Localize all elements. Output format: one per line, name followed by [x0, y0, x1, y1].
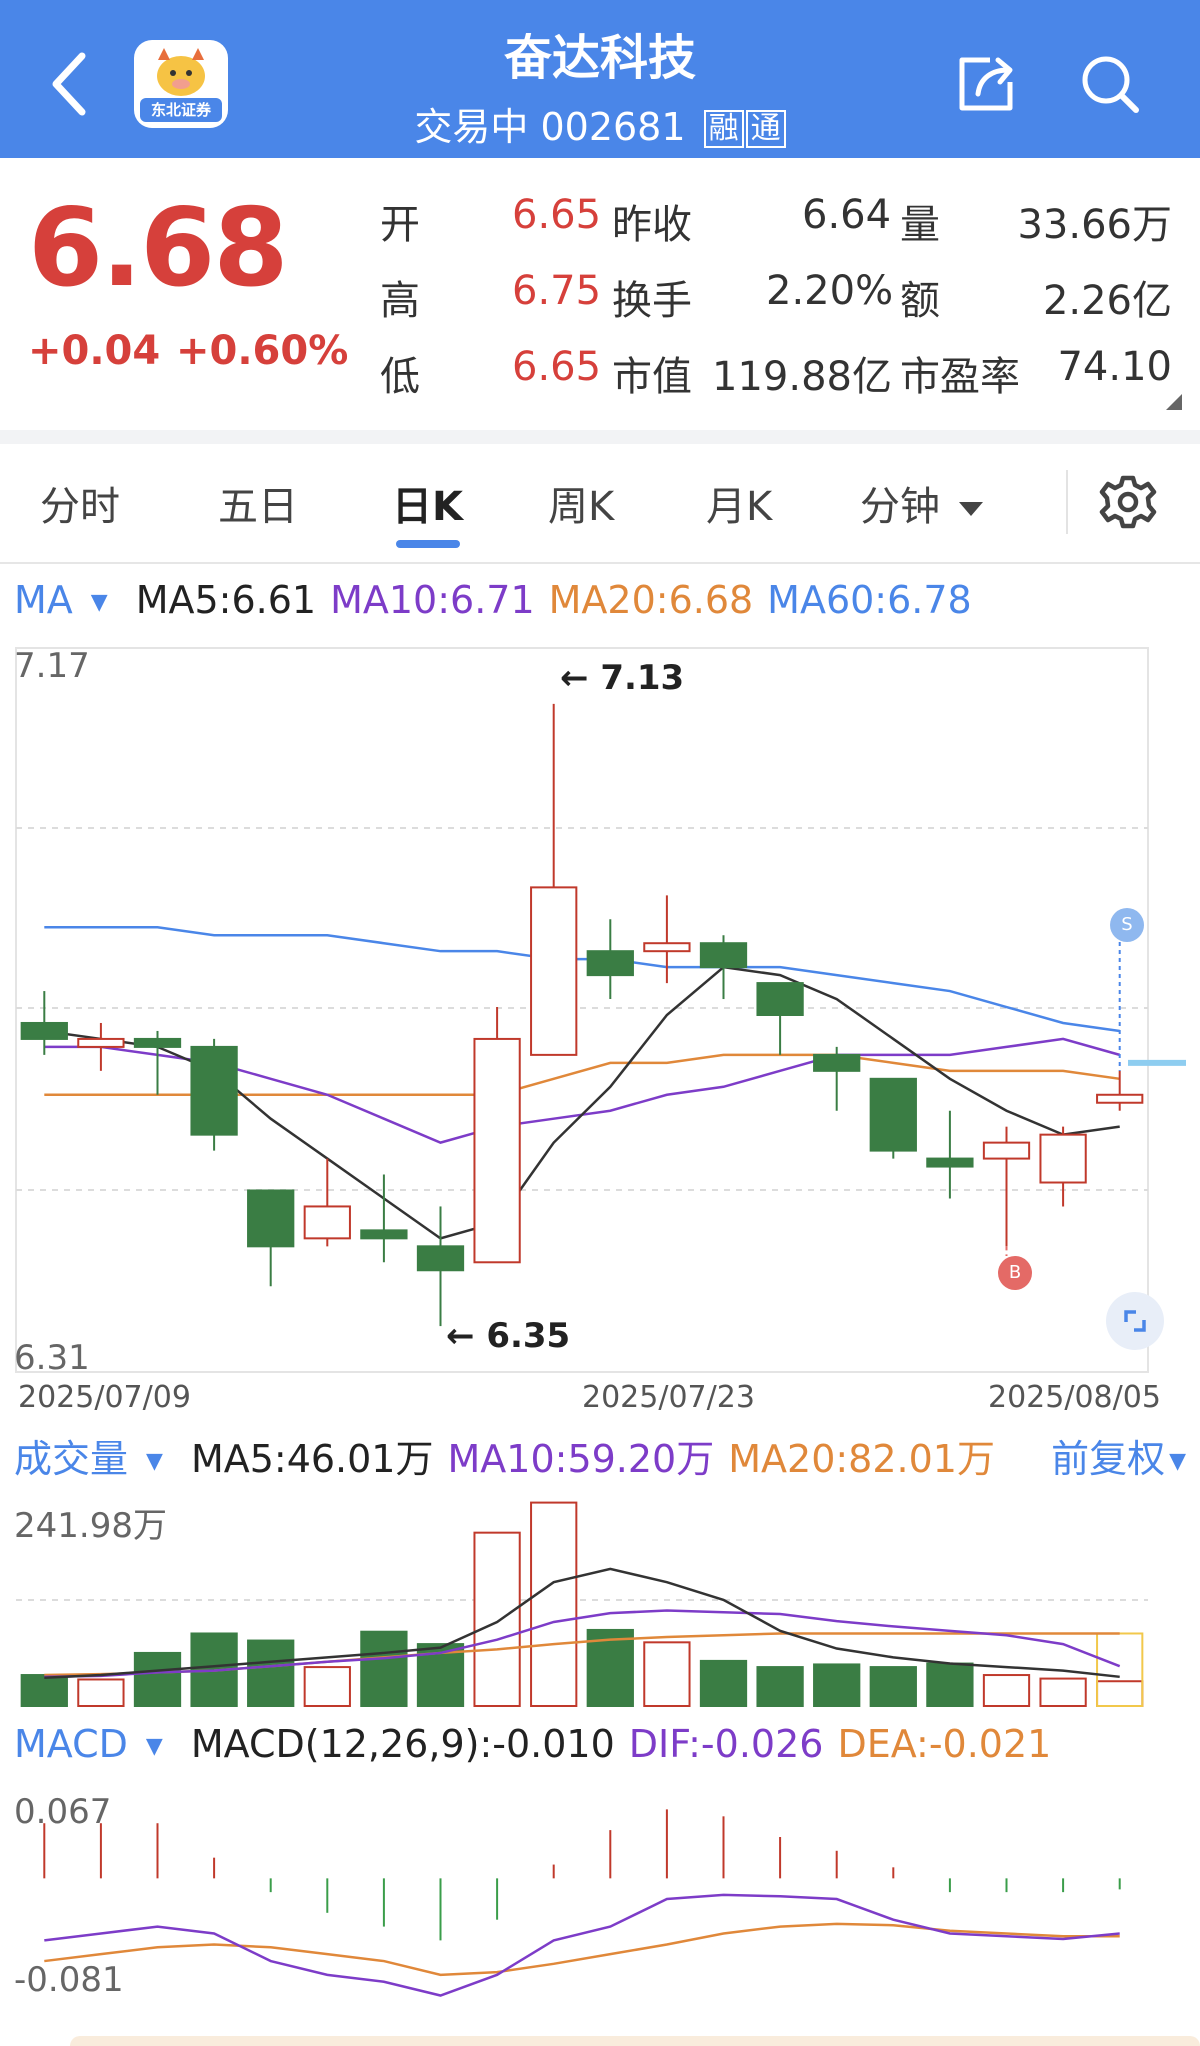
volume-bar [926, 1662, 974, 1707]
candle-body [20, 1021, 68, 1040]
macd-params: MACD(12,26,9):-0.010 [190, 1722, 615, 1766]
adjust-dropdown-icon: ▼ [1169, 1449, 1186, 1474]
ma60-line [44, 926, 1120, 1033]
volume-bar [813, 1663, 861, 1707]
vol-ma20-value: MA20:82.01万 [728, 1437, 995, 1481]
volume-bar [869, 1666, 917, 1707]
adjust-selector[interactable]: 前复权 ▼ [1051, 1428, 1186, 1483]
candle-body [360, 1229, 408, 1240]
candle-body [473, 1037, 521, 1264]
volume-bar [699, 1659, 748, 1707]
kline-low-annotation: ← 6.35 [446, 1316, 571, 1356]
vol-ma5-value: MA5:46.01万 [190, 1437, 434, 1481]
volume-bar [247, 1639, 295, 1707]
candle-body [247, 1189, 295, 1248]
candle-body [982, 1141, 1031, 1160]
candle-body [1039, 1133, 1087, 1184]
candle-body [756, 982, 804, 1016]
kline-axis-max: 7.17 [14, 646, 90, 686]
date-label-end: 2025/08/05 [988, 1380, 1161, 1415]
volume-axis-max: 241.98万 [14, 1506, 167, 1546]
macd-axis-min: -0.081 [14, 1960, 124, 2000]
candle-body [416, 1245, 465, 1272]
candle-body [813, 1053, 861, 1072]
volume-legend-selector[interactable]: 成交量 ▼ [14, 1437, 177, 1481]
volume-bar [1096, 1680, 1144, 1708]
volume-bar [530, 1501, 578, 1707]
volume-bar [756, 1666, 804, 1707]
vol-ma10-value: MA10:59.20万 [447, 1437, 715, 1481]
volume-bar [20, 1674, 68, 1707]
volume-bar [643, 1641, 691, 1707]
date-label-start: 2025/07/09 [18, 1380, 191, 1415]
volume-bar [982, 1674, 1031, 1707]
dea-value: DEA:-0.021 [837, 1722, 1052, 1766]
candle-body [190, 1045, 238, 1136]
sell-marker[interactable]: S [1110, 908, 1144, 942]
candle-body [303, 1205, 351, 1240]
kline-high-annotation: ← 7.13 [560, 658, 685, 698]
candle-body [699, 942, 748, 969]
volume-bar [77, 1678, 125, 1707]
fullscreen-button[interactable] [1106, 1292, 1164, 1350]
dif-value: DIF:-0.026 [628, 1722, 824, 1766]
candle-body [869, 1077, 917, 1152]
candle-body [77, 1037, 125, 1048]
candle-body [586, 950, 634, 977]
candle-body [133, 1037, 182, 1048]
candle-body [530, 886, 578, 1056]
candle-body [926, 1157, 974, 1168]
volume-bar [473, 1531, 521, 1707]
macd-legend-name: MACD [14, 1722, 128, 1766]
legend-dropdown-icon: ▼ [145, 1734, 163, 1759]
bottom-sheet-edge [70, 2036, 1200, 2046]
volume-bar [303, 1666, 351, 1707]
macd-legend-selector[interactable]: MACD ▼ [14, 1722, 177, 1766]
volume-bar [133, 1651, 182, 1707]
volume-legend: 成交量 ▼ MA5:46.01万 MA10:59.20万 MA20:82.01万 [14, 1428, 1009, 1483]
volume-bar [360, 1630, 408, 1708]
fullscreen-icon [1124, 1310, 1146, 1332]
kline-frame [15, 647, 1149, 1373]
volume-bar [1039, 1677, 1087, 1707]
candle-body [1096, 1093, 1144, 1104]
date-label-mid: 2025/07/23 [582, 1380, 755, 1415]
adjust-label: 前复权 [1051, 1437, 1166, 1481]
macd-axis-max: 0.067 [14, 1792, 112, 1832]
macd-legend: MACD ▼ MACD(12,26,9):-0.010 DIF:-0.026 DEA:-… [14, 1722, 1065, 1766]
candle-body [643, 942, 691, 953]
buy-marker[interactable]: B [998, 1256, 1032, 1290]
legend-dropdown-icon: ▼ [146, 1449, 163, 1474]
kline-axis-min: 6.31 [14, 1338, 90, 1378]
volume-legend-name: 成交量 [14, 1437, 129, 1481]
